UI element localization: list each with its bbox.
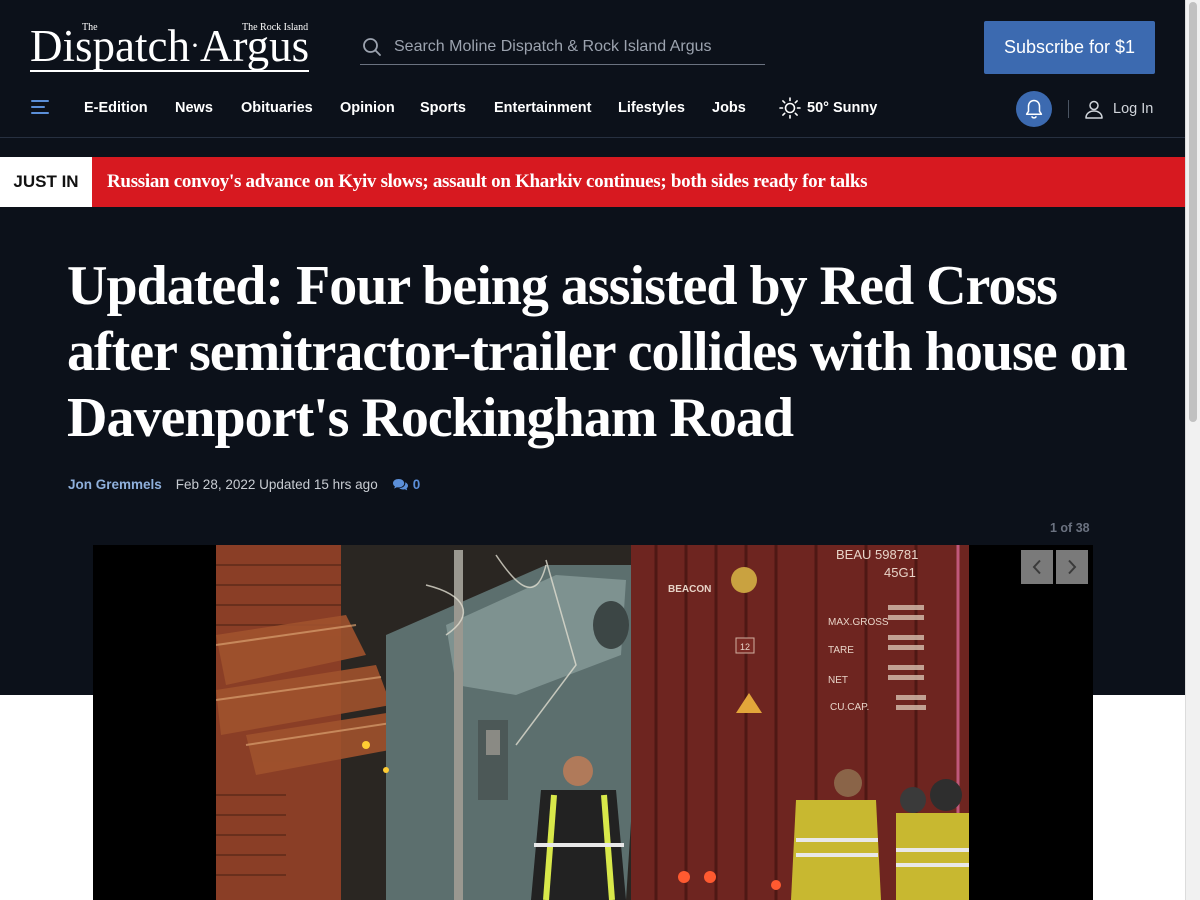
- logo-the: The: [82, 22, 98, 33]
- subscribe-button[interactable]: Subscribe for $1: [984, 21, 1155, 74]
- nav-item-e-edition[interactable]: E-Edition: [84, 100, 148, 116]
- just-in-label: JUST IN: [0, 157, 92, 207]
- comment-count: 0: [412, 477, 421, 492]
- article-date: Feb 28, 2022 Updated 15 hrs ago: [175, 477, 378, 492]
- article-headline: Updated: Four being assisted by Red Cros…: [67, 255, 1128, 449]
- trailer-cucap-text: CU.CAP.: [830, 702, 869, 713]
- nav-divider-line: [0, 137, 1185, 138]
- search-icon[interactable]: [362, 37, 382, 57]
- main-nav: E-Edition News Obituaries Opinion Sports…: [0, 90, 1185, 128]
- nav-item-obituaries[interactable]: Obituaries: [241, 100, 313, 116]
- nav-item-opinion[interactable]: Opinion: [340, 100, 395, 116]
- search-input[interactable]: [394, 38, 754, 56]
- trailer-maxgross-text: MAX.GROSS: [828, 617, 889, 628]
- user-icon: [1085, 100, 1103, 119]
- login-link[interactable]: Log In: [1084, 99, 1153, 119]
- chevron-right-icon: [1068, 559, 1077, 575]
- nav-item-entertainment[interactable]: Entertainment: [494, 100, 592, 116]
- photo-gallery: BEAU 598781 45G1 BEACON MAX.GROSS TARE N…: [93, 545, 1093, 900]
- nav-item-jobs[interactable]: Jobs: [712, 100, 746, 116]
- trailer-brand-text: BEACON: [668, 584, 711, 595]
- weather-widget[interactable]: 50° Sunny: [779, 97, 877, 119]
- gallery-counter: 1 of 38: [1050, 521, 1090, 535]
- bell-icon: [1025, 99, 1043, 119]
- trailer-net-text: NET: [828, 675, 848, 686]
- logo-rock-island: The Rock Island: [242, 22, 309, 33]
- page-scrollbar[interactable]: [1185, 0, 1200, 900]
- chevron-left-icon: [1032, 559, 1041, 575]
- gallery-next-button[interactable]: [1056, 550, 1088, 584]
- nav-divider: [1068, 100, 1069, 118]
- trailer-tare-text: TARE: [828, 645, 854, 656]
- trailer-id-text: BEAU 598781: [836, 547, 918, 562]
- nav-item-sports[interactable]: Sports: [420, 100, 466, 116]
- trailer-id-suffix: 45G1: [884, 565, 916, 580]
- nav-item-news[interactable]: News: [175, 100, 213, 116]
- comment-icon: [392, 479, 408, 491]
- notifications-button[interactable]: [1016, 91, 1052, 127]
- login-label: Log In: [1113, 101, 1154, 117]
- menu-icon[interactable]: [31, 99, 49, 115]
- site-logo[interactable]: Dispatch·Argus The The Rock Island: [30, 20, 332, 72]
- sun-icon: [779, 97, 801, 119]
- breaking-news-headline: Russian convoy's advance on Kyiv slows; …: [107, 171, 868, 192]
- weather-text: 50° Sunny: [807, 100, 878, 116]
- breaking-news-banner[interactable]: Russian convoy's advance on Kyiv slows; …: [92, 157, 1185, 207]
- author-link[interactable]: Jon Gremmels: [68, 477, 162, 492]
- comments-link[interactable]: 0: [392, 477, 421, 492]
- gallery-prev-button[interactable]: [1021, 550, 1053, 584]
- article-byline: Jon Gremmels Feb 28, 2022 Updated 15 hrs…: [68, 477, 420, 492]
- scrollbar-thumb[interactable]: [1189, 2, 1197, 422]
- nav-item-lifestyles[interactable]: Lifestyles: [618, 100, 685, 116]
- trailer-badge-text: 12: [740, 642, 750, 652]
- search-bar: [360, 30, 765, 65]
- gallery-photo[interactable]: BEAU 598781 45G1 BEACON MAX.GROSS TARE N…: [216, 545, 969, 900]
